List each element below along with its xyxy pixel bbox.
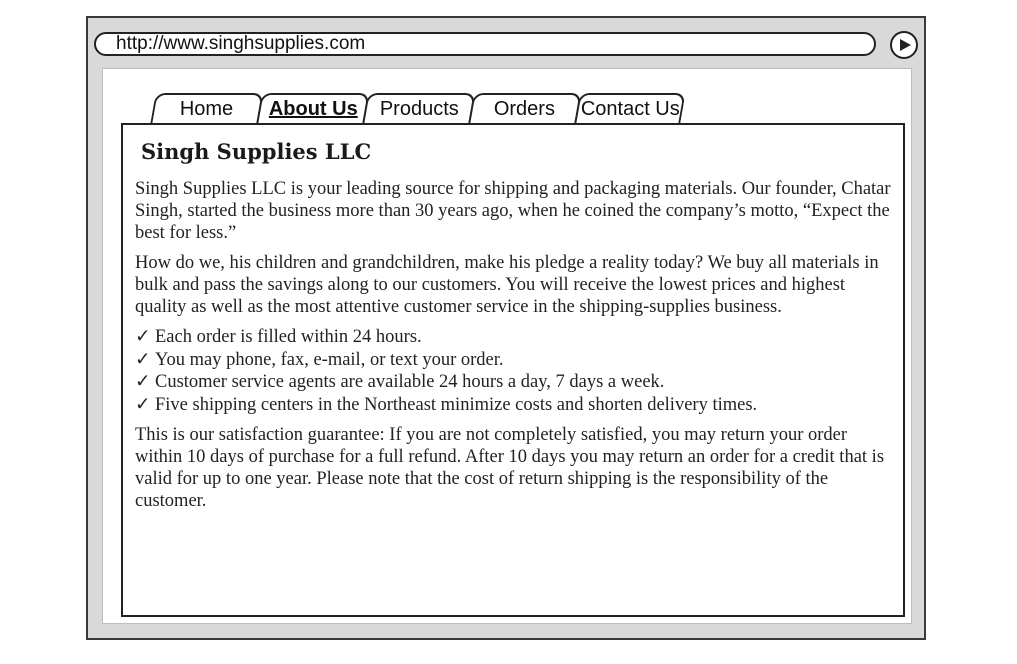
page-title: Singh Supplies LLC xyxy=(141,139,372,164)
address-bar[interactable]: http://www.singhsupplies.com xyxy=(94,32,876,56)
browser-window: http://www.singhsupplies.com Home About … xyxy=(86,16,926,640)
tab-contact-us[interactable]: Contact Us xyxy=(574,93,686,123)
nav-tabs: Home About Us Products Orders Contact Us xyxy=(150,93,686,123)
list-item: ✓ You may phone, fax, e-mail, or text you… xyxy=(135,349,891,372)
list-item: ✓ Each order is filled within 24 hours. xyxy=(135,326,891,349)
check-icon: ✓ xyxy=(135,327,151,347)
list-item: ✓ Five shipping centers in the Northeast … xyxy=(135,394,891,417)
tab-products[interactable]: Products xyxy=(362,93,476,123)
list-item-text: Customer service agents are available 24… xyxy=(155,372,665,392)
list-item: ✓ Customer service agents are available 2… xyxy=(135,371,891,394)
list-item-text: Five shipping centers in the Northeast m… xyxy=(155,394,758,415)
tab-about-us[interactable]: About Us xyxy=(256,93,370,123)
mission-paragraph: How do we, his children and grandchildre… xyxy=(135,253,879,317)
tab-contact-us-label: Contact Us xyxy=(580,98,680,120)
check-icon: ✓ xyxy=(135,394,151,415)
intro-paragraph: Singh Supplies LLC is your leading sourc… xyxy=(135,179,891,243)
page-viewport: Home About Us Products Orders Contact Us… xyxy=(102,68,912,624)
tab-home[interactable]: Home xyxy=(150,93,264,123)
check-icon: ✓ xyxy=(135,349,151,370)
tab-products-label: Products xyxy=(379,98,459,120)
tab-home-label: Home xyxy=(180,98,234,120)
benefits-list: ✓ Each order is filled within 24 hours. ✓… xyxy=(135,326,891,416)
content-panel: Singh Supplies LLC Singh Supplies LLC is… xyxy=(121,123,905,617)
url-text: http://www.singhsupplies.com xyxy=(116,33,366,54)
tab-orders-label: Orders xyxy=(494,98,556,120)
go-button[interactable] xyxy=(890,31,918,59)
tab-orders[interactable]: Orders xyxy=(468,93,582,123)
list-item-text: Each order is filled within 24 hours. xyxy=(155,327,422,347)
play-icon xyxy=(900,39,911,51)
list-item-text: You may phone, fax, e-mail, or text your… xyxy=(155,349,504,370)
tab-about-us-label: About Us xyxy=(268,98,358,120)
guarantee-paragraph: This is our satisfaction guarantee: If y… xyxy=(135,425,885,511)
check-icon: ✓ xyxy=(135,372,151,392)
